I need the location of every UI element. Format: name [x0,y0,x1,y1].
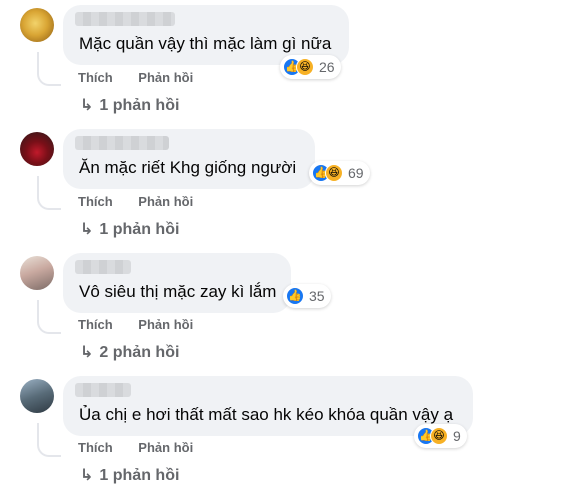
thread-line [37,176,61,210]
reaction-summary[interactable]: 👍 35 [283,284,331,308]
thread-line [37,52,61,86]
like-action[interactable]: Thích [78,194,113,209]
reaction-summary[interactable]: 👍 😆 9 [414,424,467,448]
reply-action[interactable]: Phản hồi [138,194,193,209]
comment-text: Mặc quần vậy thì mặc làm gì nữa [79,34,332,53]
like-action[interactable]: Thích [78,317,113,332]
thread-line [37,423,61,457]
reply-action[interactable]: Phản hồi [138,317,193,332]
commenter-name-blurred[interactable] [75,383,131,397]
replies-count-text: 1 phản hồi [99,467,180,484]
thread-line [37,300,61,334]
haha-icon: 😆 [296,58,314,76]
replies-count-text: 1 phản hồi [99,97,180,114]
comment-bubble: Ủa chị e hơi thất mất sao hk kéo khóa qu… [63,376,473,436]
commenter-name-blurred[interactable] [75,12,175,26]
avatar[interactable] [20,8,54,42]
view-replies-link[interactable]: ↳ 1 phản hồi [80,95,179,115]
view-replies-link[interactable]: ↳ 2 phản hồi [80,342,179,362]
view-replies-link[interactable]: ↳ 1 phản hồi [80,465,179,485]
reply-arrow-icon: ↳ [80,467,94,484]
reaction-summary[interactable]: 👍 😆 26 [280,55,341,79]
comment-actions: Thích Phản hồi [78,70,215,85]
comment-bubble: Vô siêu thị mặc zay kì lắm [63,253,291,313]
commenter-name-blurred[interactable] [75,260,131,274]
reaction-count: 26 [319,59,335,75]
like-icon: 👍 [286,287,304,305]
reaction-summary[interactable]: 👍 😆 69 [309,161,370,185]
reaction-count: 69 [348,165,364,181]
comment-actions: Thích Phản hồi [78,317,215,332]
avatar[interactable] [20,132,54,166]
like-action[interactable]: Thích [78,70,113,85]
reply-arrow-icon: ↳ [80,221,94,238]
comment-text: Ăn mặc riết Khg giống người [79,158,297,177]
view-replies-link[interactable]: ↳ 1 phản hồi [80,219,179,239]
reply-arrow-icon: ↳ [80,344,94,361]
reply-action[interactable]: Phản hồi [138,70,193,85]
comment-actions: Thích Phản hồi [78,194,215,209]
reply-arrow-icon: ↳ [80,97,94,114]
comment-actions: Thích Phản hồi [78,440,215,455]
reaction-count: 35 [309,288,325,304]
comment-text: Ủa chị e hơi thất mất sao hk kéo khóa qu… [79,405,454,424]
comment-text: Vô siêu thị mặc zay kì lắm [79,282,277,301]
haha-icon: 😆 [430,427,448,445]
avatar[interactable] [20,256,54,290]
haha-icon: 😆 [325,164,343,182]
reply-action[interactable]: Phản hồi [138,440,193,455]
commenter-name-blurred[interactable] [75,136,169,150]
avatar[interactable] [20,379,54,413]
replies-count-text: 1 phản hồi [99,221,180,238]
comment-bubble: Ăn mặc riết Khg giống người [63,129,315,189]
replies-count-text: 2 phản hồi [99,344,180,361]
like-action[interactable]: Thích [78,440,113,455]
reaction-count: 9 [453,428,461,444]
